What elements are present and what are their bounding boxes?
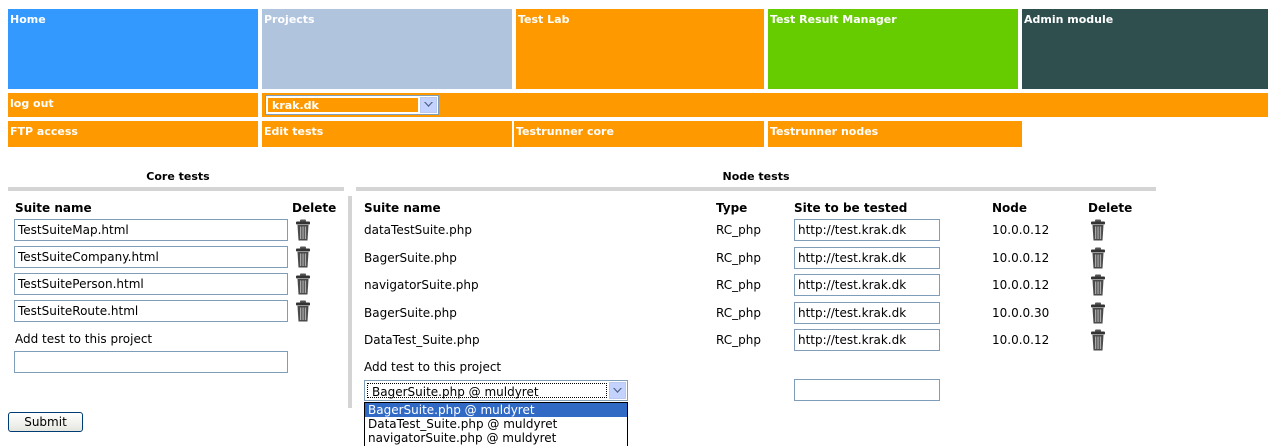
node-header-node: Node xyxy=(992,201,1028,215)
section-divider xyxy=(348,196,352,408)
subnav-label: FTP access xyxy=(10,125,78,138)
node-site-input[interactable]: http://test.krak.dk xyxy=(794,329,940,351)
chevron-down-icon xyxy=(420,97,437,113)
subnav-edit-tests[interactable]: Edit tests xyxy=(262,121,512,147)
nav-tile-projects[interactable]: Projects xyxy=(262,9,512,89)
node-type: RC_php xyxy=(716,305,761,320)
node-header-suite: Suite name xyxy=(364,201,441,215)
node-suite-name: dataTestSuite.php xyxy=(364,223,472,237)
node-address: 10.0.0.12 xyxy=(992,333,1050,347)
node-address: 10.0.0.12 xyxy=(992,278,1050,292)
core-header-suite: Suite name xyxy=(15,201,92,215)
trash-icon[interactable] xyxy=(295,300,311,322)
node-add-label: Add test to this project xyxy=(364,360,502,374)
core-suite-input[interactable]: TestSuitePerson.html xyxy=(14,273,288,295)
dropdown-option[interactable]: BagerSuite.php @ muldyret xyxy=(365,403,627,417)
nav-tile-label: Home xyxy=(10,13,46,26)
core-divider xyxy=(8,187,344,191)
trash-icon[interactable] xyxy=(1090,219,1106,241)
trash-icon[interactable] xyxy=(295,273,311,295)
subnav-label: Testrunner nodes xyxy=(770,125,879,138)
node-address: 10.0.0.30 xyxy=(992,305,1050,320)
logout-link[interactable]: log out xyxy=(8,93,258,117)
subnav-testrunner-core[interactable]: Testrunner core xyxy=(514,121,764,147)
node-add-select-value: BagerSuite.php @ muldyret xyxy=(367,383,607,399)
node-type: RC_php xyxy=(716,333,761,347)
core-header-delete: Delete xyxy=(292,201,337,215)
node-header-type: Type xyxy=(716,201,748,215)
subnav-testrunner-nodes[interactable]: Testrunner nodes xyxy=(768,121,1022,147)
core-suite-input[interactable]: TestSuiteCompany.html xyxy=(14,246,288,268)
node-site-input[interactable]: http://test.krak.dk xyxy=(794,219,940,241)
project-select-value: krak.dk xyxy=(268,98,418,112)
node-suite-name: BagerSuite.php xyxy=(364,250,457,265)
trash-icon[interactable] xyxy=(1090,329,1106,351)
nav-tile-label: Admin module xyxy=(1024,13,1114,26)
node-type: RC_php xyxy=(716,223,761,237)
nav-tile-home[interactable]: Home xyxy=(8,9,258,89)
node-address: 10.0.0.12 xyxy=(992,250,1050,265)
node-header-delete: Delete xyxy=(1088,201,1133,215)
node-address: 10.0.0.12 xyxy=(992,223,1050,237)
dropdown-option[interactable]: DataTest_Suite.php @ muldyret xyxy=(365,417,627,431)
node-divider xyxy=(356,187,1156,191)
nav-tile-label: Projects xyxy=(264,13,315,26)
subnav-label: Edit tests xyxy=(264,125,324,138)
core-suite-input[interactable]: TestSuiteMap.html xyxy=(14,219,288,241)
project-select[interactable]: krak.dk xyxy=(265,95,439,115)
nav-tile-admin-module[interactable]: Admin module xyxy=(1022,9,1268,89)
node-type: RC_php xyxy=(716,278,761,292)
node-add-select[interactable]: BagerSuite.php @ muldyret xyxy=(364,380,628,401)
trash-icon[interactable] xyxy=(1090,274,1106,296)
nav-tile-test-result-manager[interactable]: Test Result Manager xyxy=(768,9,1018,89)
trash-icon[interactable] xyxy=(1090,247,1106,269)
node-header-site: Site to be tested xyxy=(794,201,908,215)
node-site-input[interactable]: http://test.krak.dk xyxy=(794,274,940,296)
logout-label: log out xyxy=(10,97,54,110)
subnav-ftp-access[interactable]: FTP access xyxy=(8,121,258,147)
node-suite-name: DataTest_Suite.php xyxy=(364,333,480,347)
trash-icon[interactable] xyxy=(295,246,311,268)
node-type: RC_php xyxy=(716,250,761,265)
node-site-input[interactable]: http://test.krak.dk xyxy=(794,246,940,269)
submit-button[interactable]: Submit xyxy=(8,412,83,432)
core-suite-input[interactable]: TestSuiteRoute.html xyxy=(14,300,288,322)
node-suite-name: BagerSuite.php xyxy=(364,305,457,320)
nav-tile-label: Test Lab xyxy=(518,13,570,26)
dropdown-option[interactable]: navigatorSuite.php @ muldyret xyxy=(365,431,627,445)
node-add-site-input[interactable] xyxy=(794,379,940,401)
trash-icon[interactable] xyxy=(1090,302,1106,324)
node-tests-title: Node tests xyxy=(722,170,790,183)
node-suite-name: navigatorSuite.php xyxy=(364,278,479,292)
core-tests-title: Core tests xyxy=(146,170,210,183)
core-add-input[interactable] xyxy=(14,351,288,373)
node-site-input[interactable]: http://test.krak.dk xyxy=(794,301,940,324)
subnav-label: Testrunner core xyxy=(516,125,614,138)
chevron-down-icon xyxy=(609,382,626,399)
nav-tile-test-lab[interactable]: Test Lab xyxy=(516,9,764,89)
core-add-label: Add test to this project xyxy=(15,332,153,346)
node-add-dropdown-list: BagerSuite.php @ muldyret DataTest_Suite.… xyxy=(364,402,628,446)
trash-icon[interactable] xyxy=(295,219,311,241)
nav-tile-label: Test Result Manager xyxy=(770,13,897,26)
